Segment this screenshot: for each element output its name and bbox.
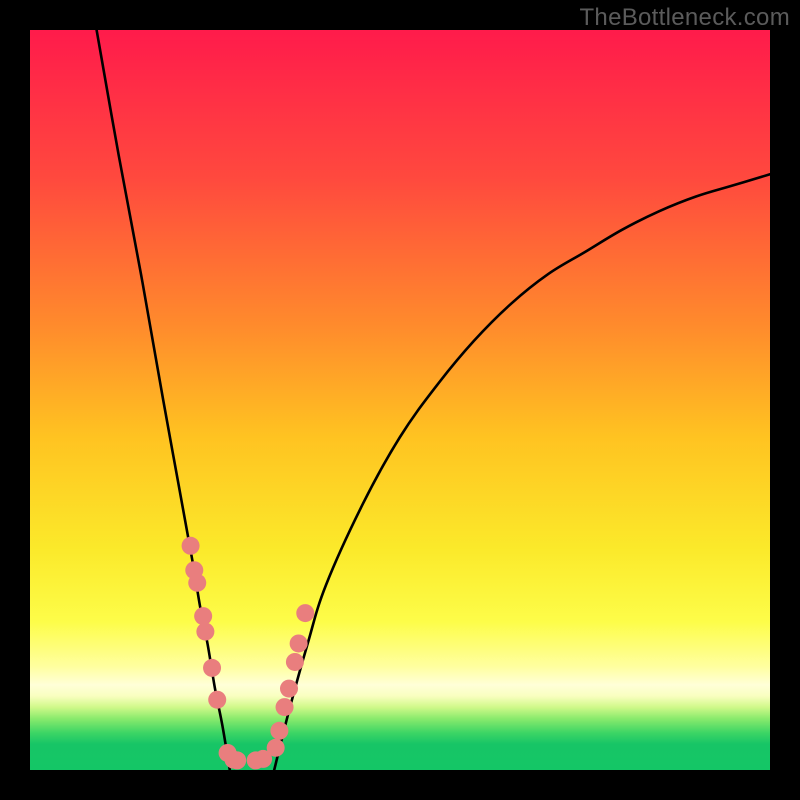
marker-dot: [194, 607, 212, 625]
series-curve-right: [274, 174, 770, 770]
marker-dot: [296, 604, 314, 622]
marker-dot: [182, 537, 200, 555]
marker-dot: [203, 659, 221, 677]
marker-dot: [196, 623, 214, 641]
marker-dot: [270, 722, 288, 740]
marker-dot: [228, 751, 246, 769]
marker-dot: [276, 698, 294, 716]
marker-dot: [208, 691, 226, 709]
watermark-text: TheBottleneck.com: [579, 4, 790, 32]
marker-dot: [188, 574, 206, 592]
marker-dot: [267, 739, 285, 757]
marker-dot: [290, 634, 308, 652]
plot-area: [30, 30, 770, 770]
series-curve-left: [97, 30, 230, 770]
marker-dot: [280, 680, 298, 698]
curves-svg: [30, 30, 770, 770]
chart-frame: TheBottleneck.com: [0, 0, 800, 800]
marker-dot: [286, 653, 304, 671]
